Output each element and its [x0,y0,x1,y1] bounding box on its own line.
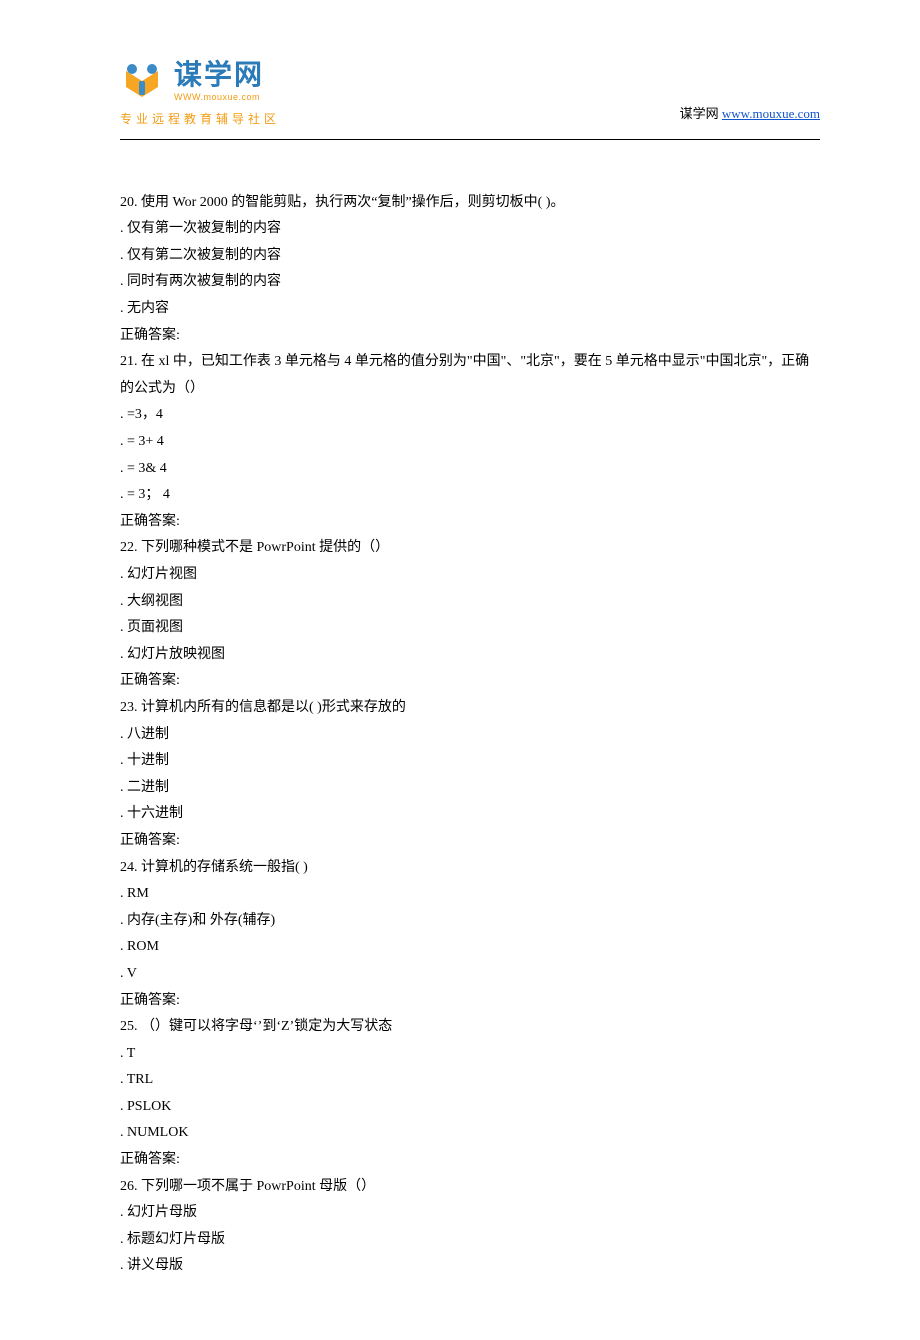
q-option: . = 3； 4 [120,482,820,509]
q-answer-label: 正确答案: [120,988,820,1015]
q-stem: 计算机的存储系统一般指( ) [141,860,308,875]
q-number: 21. [120,354,138,369]
q-option: . PSLOK [120,1094,820,1121]
q-option: . 十六进制 [120,801,820,828]
q-number: 24. [120,860,138,875]
q-number: 22. [120,540,138,555]
header-divider [120,139,820,140]
logo-url-small: WWW.mouxue.com [174,89,264,106]
q-option: . RM [120,881,820,908]
question-26: 26. 下列哪一项不属于 PowrPoint 母版（） . 幻灯片母版 . 标题… [120,1174,820,1280]
q-option: . TRL [120,1067,820,1094]
q-number: 20. [120,195,138,210]
q-option: . 大纲视图 [120,589,820,616]
q-stem: （）键可以将字母‘’到‘Z’锁定为大写状态 [141,1019,392,1034]
logo-subtitle: 专业远程教育辅导社区 [120,108,280,131]
q-option: . 仅有第一次被复制的内容 [120,216,820,243]
q-stem: 在 xl 中，已知工作表 3 单元格与 4 单元格的值分别为"中国"、"北京"，… [120,354,809,396]
question-23: 23. 计算机内所有的信息都是以( )形式来存放的 . 八进制 . 十进制 . … [120,695,820,855]
q-answer-label: 正确答案: [120,828,820,855]
q-option: . 页面视图 [120,615,820,642]
q-answer-label: 正确答案: [120,323,820,350]
q-option: . NUMLOK [120,1120,820,1147]
q-answer-label: 正确答案: [120,668,820,695]
q-option: . 标题幻灯片母版 [120,1227,820,1254]
q-answer-label: 正确答案: [120,509,820,536]
site-link[interactable]: www.mouxue.com [722,106,820,121]
q-number: 23. [120,700,138,715]
q-option: . ROM [120,934,820,961]
q-option: . 幻灯片放映视图 [120,642,820,669]
q-option: . V [120,961,820,988]
q-option: . T [120,1041,820,1068]
q-number: 25. [120,1019,138,1034]
q-option: . 幻灯片母版 [120,1200,820,1227]
header-right: 谋学网 www.mouxue.com [680,102,820,131]
page-header: 谋学网 WWW.mouxue.com 专业远程教育辅导社区 谋学网 www.mo… [120,60,820,131]
q-option: . 讲义母版 [120,1253,820,1280]
q-stem: 下列哪种模式不是 PowrPoint 提供的（） [141,540,389,555]
q-option: . 无内容 [120,296,820,323]
q-option: . 内存(主存)和 外存(辅存) [120,908,820,935]
q-option: . 幻灯片视图 [120,562,820,589]
q-number: 26. [120,1179,138,1194]
q-option: . = 3& 4 [120,456,820,483]
logo-title: 谋学网 [174,60,264,91]
question-21: 21. 在 xl 中，已知工作表 3 单元格与 4 单元格的值分别为"中国"、"… [120,349,820,535]
q-stem: 下列哪一项不属于 PowrPoint 母版（） [141,1179,375,1194]
q-option: . 八进制 [120,722,820,749]
q-option: . =3，4 [120,402,820,429]
brand-icon [120,63,164,103]
logo-block: 谋学网 WWW.mouxue.com 专业远程教育辅导社区 [120,60,280,131]
question-24: 24. 计算机的存储系统一般指( ) . RM . 内存(主存)和 外存(辅存)… [120,855,820,1015]
q-option: . 二进制 [120,775,820,802]
header-right-prefix: 谋学网 [680,106,722,121]
q-stem: 使用 Wor 2000 的智能剪贴，执行两次“复制”操作后，则剪切板中( )。 [141,195,565,210]
q-answer-label: 正确答案: [120,1147,820,1174]
q-option: . = 3+ 4 [120,429,820,456]
q-stem: 计算机内所有的信息都是以( )形式来存放的 [141,700,406,715]
question-25: 25. （）键可以将字母‘’到‘Z’锁定为大写状态 . T . TRL . PS… [120,1014,820,1174]
question-22: 22. 下列哪种模式不是 PowrPoint 提供的（） . 幻灯片视图 . 大… [120,535,820,695]
q-option: . 十进制 [120,748,820,775]
q-option: . 仅有第二次被复制的内容 [120,243,820,270]
question-20: 20. 使用 Wor 2000 的智能剪贴，执行两次“复制”操作后，则剪切板中(… [120,190,820,350]
q-option: . 同时有两次被复制的内容 [120,269,820,296]
